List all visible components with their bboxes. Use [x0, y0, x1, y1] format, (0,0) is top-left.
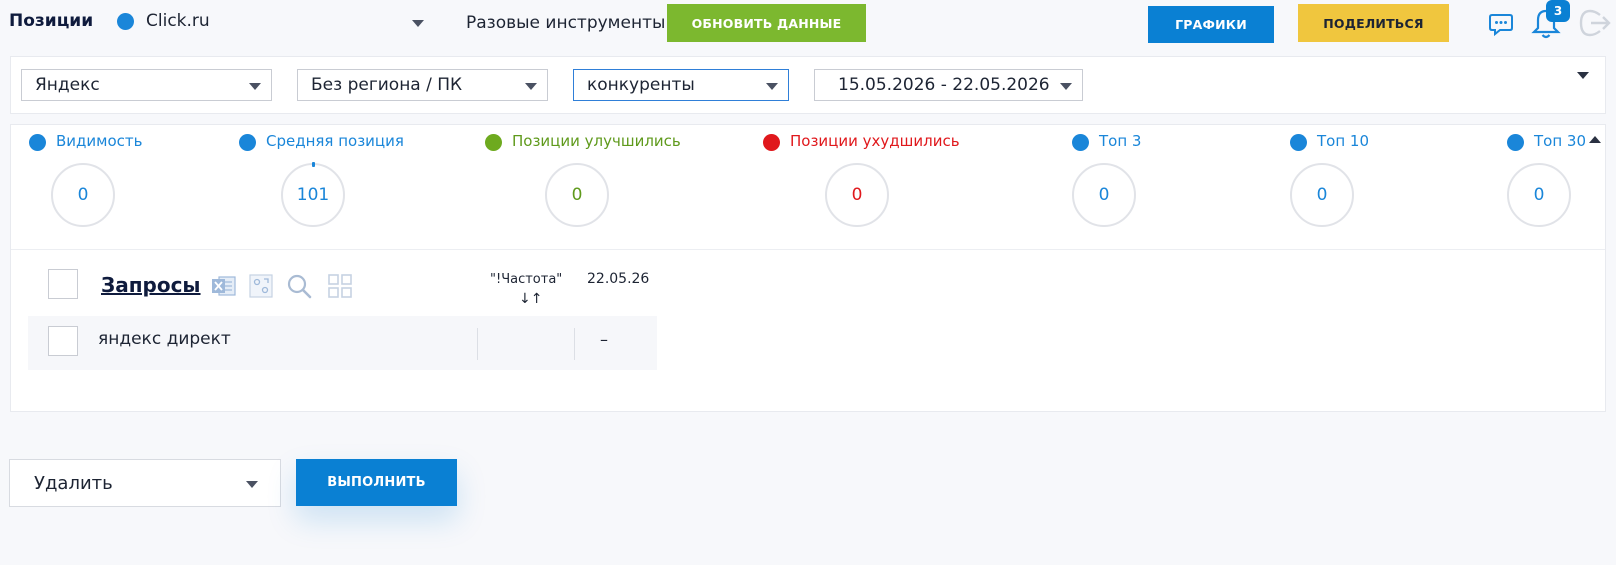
region-value: Без региона / ПК — [311, 75, 463, 95]
chevron-down-icon — [249, 83, 261, 90]
execute-button[interactable]: ВЫПОЛНИТЬ — [296, 459, 457, 506]
metric-label: Топ 30 — [1534, 132, 1587, 150]
excel-export-icon[interactable] — [211, 273, 237, 299]
notification-badge: 3 — [1546, 0, 1570, 22]
metric-dot — [239, 134, 256, 151]
collapse-metrics-icon[interactable] — [1589, 136, 1601, 143]
page-title: Позиции — [9, 11, 94, 31]
metric-dot — [1507, 134, 1524, 151]
metric-value: 0 — [1072, 163, 1136, 227]
tools-menu[interactable]: Разовые инструменты — [466, 13, 665, 33]
metric-label: Видимость — [56, 132, 143, 150]
frequency-column-header[interactable]: "!Частота" — [490, 272, 562, 287]
refresh-data-button[interactable]: ОБНОВИТЬ ДАННЫЕ — [667, 4, 866, 42]
filter-panel: Яндекс Без региона / ПК конкуренты 15.05… — [10, 56, 1606, 114]
logout-icon[interactable] — [1578, 8, 1612, 38]
table-row[interactable]: яндекс директ – — [28, 316, 657, 370]
project-selector[interactable]: Click.ru — [146, 11, 210, 31]
compare-value: конкуренты — [587, 75, 695, 95]
metric-value: 0 — [1507, 163, 1571, 227]
bulk-action-value: Удалить — [34, 472, 113, 494]
metric-dot — [29, 134, 46, 151]
metric-label: Позиции ухудшились — [790, 132, 960, 150]
chat-icon[interactable] — [1488, 11, 1514, 37]
chevron-down-icon — [246, 481, 258, 488]
metric-label: Топ 3 — [1099, 132, 1142, 150]
chevron-down-icon — [525, 83, 537, 90]
project-color-dot — [117, 13, 134, 30]
progress-tick — [312, 162, 315, 167]
metric-dot — [1290, 134, 1307, 151]
divider — [11, 249, 1605, 250]
chevron-down-icon — [1060, 83, 1072, 90]
charts-button[interactable]: ГРАФИКИ — [1148, 6, 1274, 43]
search-engine-value: Яндекс — [35, 75, 100, 95]
metric-value: 0 — [825, 163, 889, 227]
keyword-cell: яндекс директ — [98, 329, 231, 349]
select-all-checkbox[interactable] — [48, 269, 78, 299]
position-cell: – — [600, 330, 608, 349]
metric-ring: 101 — [281, 162, 345, 227]
share-button[interactable]: ПОДЕЛИТЬСЯ — [1298, 4, 1449, 42]
metric-label: Средняя позиция — [266, 132, 404, 150]
metric-value: 0 — [1290, 163, 1354, 227]
top-bar: Позиции Click.ru Разовые инструменты ОБН… — [0, 0, 1616, 46]
search-engine-select[interactable]: Яндекс — [21, 69, 272, 101]
date-column-header: 22.05.26 — [587, 271, 650, 287]
search-icon[interactable] — [286, 273, 312, 299]
import-keywords-icon[interactable] — [248, 273, 274, 299]
metric-label: Позиции улучшились — [512, 132, 681, 150]
chevron-down-icon — [766, 83, 778, 90]
metric-dot — [485, 134, 502, 151]
chevron-down-icon[interactable] — [412, 20, 424, 27]
row-checkbox[interactable] — [48, 326, 78, 356]
metric-dot — [763, 134, 780, 151]
positions-panel: Видимость 0 Средняя позиция 101 Позиции … — [10, 124, 1606, 412]
metric-dot — [1072, 134, 1089, 151]
metric-value: 0 — [545, 163, 609, 227]
metric-label: Топ 10 — [1317, 132, 1370, 150]
date-range-select[interactable]: 15.05.2026 - 22.05.2026 — [814, 69, 1083, 101]
compare-select[interactable]: конкуренты — [573, 69, 789, 101]
bulk-action-select[interactable]: Удалить — [9, 459, 281, 507]
expand-filters-icon[interactable] — [1577, 72, 1589, 79]
sort-icon[interactable]: ↓↑ — [519, 291, 542, 307]
metric-value: 0 — [51, 163, 115, 227]
queries-title[interactable]: Запросы — [101, 273, 201, 297]
date-range-value: 15.05.2026 - 22.05.2026 — [838, 75, 1050, 95]
metric-value: 101 — [296, 185, 330, 205]
column-divider — [477, 328, 478, 360]
column-divider — [574, 328, 575, 360]
region-select[interactable]: Без региона / ПК — [297, 69, 548, 101]
grid-view-icon[interactable] — [327, 273, 353, 299]
